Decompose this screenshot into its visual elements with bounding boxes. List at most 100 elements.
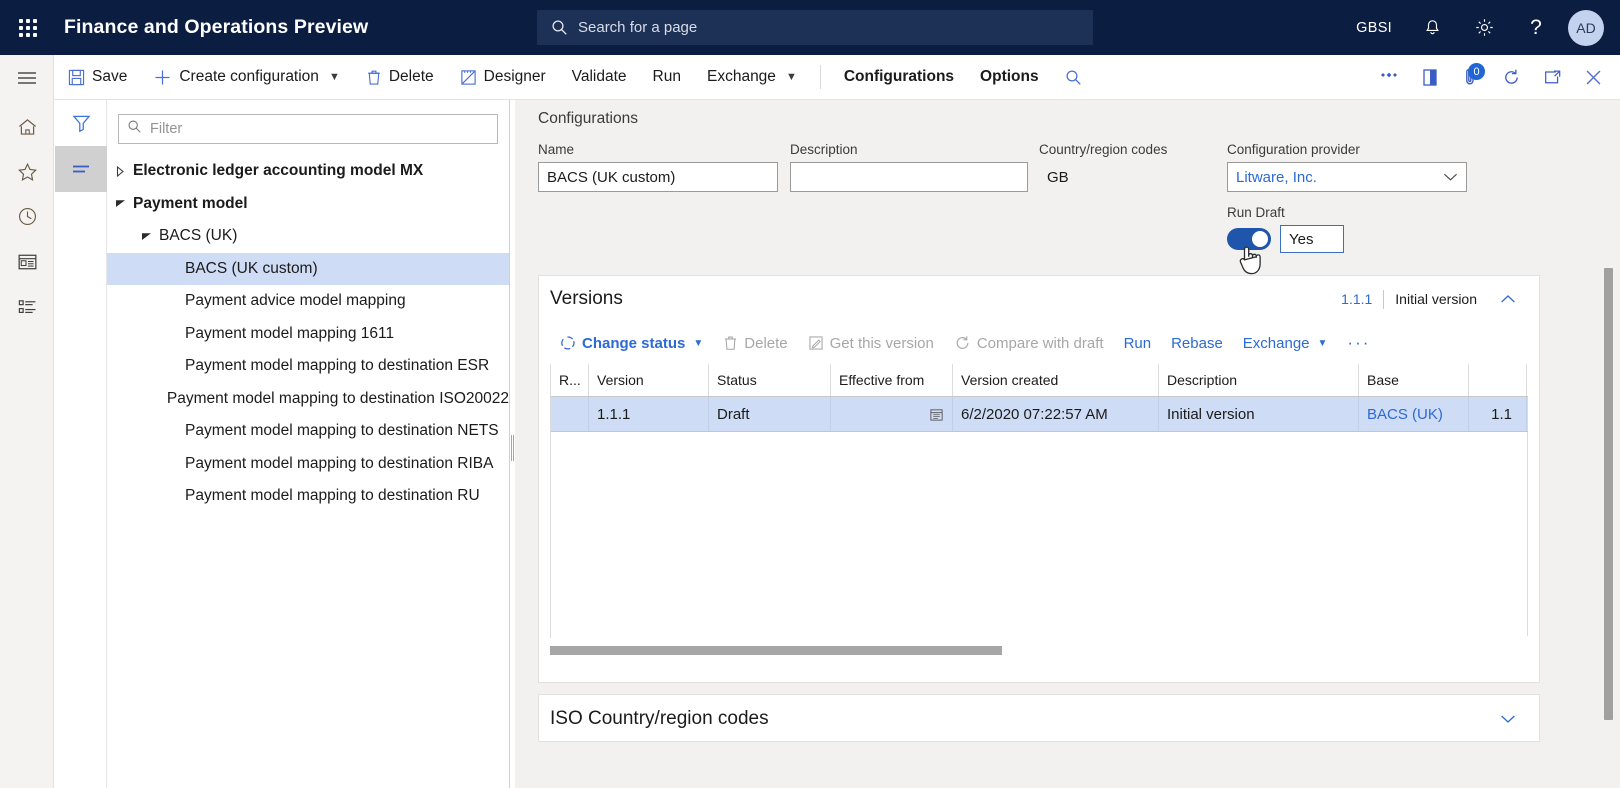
table-cell[interactable] xyxy=(551,397,589,431)
table-cell[interactable]: Draft xyxy=(709,397,831,431)
grid-horizontal-scrollbar[interactable] xyxy=(550,646,1528,656)
versions-exchange-button[interactable]: Exchange ▼ xyxy=(1233,326,1338,360)
field-description: Description xyxy=(790,142,1028,192)
recent-clock-icon[interactable] xyxy=(0,194,54,239)
table-cell[interactable]: 6/2/2020 07:22:57 AM xyxy=(953,397,1159,431)
column-header[interactable]: R... xyxy=(551,364,589,396)
filter-input[interactable]: Filter xyxy=(118,114,498,144)
grid-hscroll-thumb[interactable] xyxy=(550,646,1002,655)
tree-node[interactable]: Payment model mapping to destination ISO… xyxy=(107,383,509,416)
gear-icon[interactable] xyxy=(1458,0,1510,55)
refresh-icon[interactable] xyxy=(1491,55,1532,99)
tree-node[interactable]: Payment model mapping 1611 xyxy=(107,318,509,351)
iso-section-title: ISO Country/region codes xyxy=(550,707,769,729)
configuration-provider-select[interactable]: Litware, Inc. xyxy=(1227,162,1467,192)
avatar[interactable]: AD xyxy=(1568,9,1604,46)
command-bar: Save Create configuration ▼ Delete Desig… xyxy=(0,55,1620,100)
tree-node[interactable]: Payment model mapping to destination RU xyxy=(107,480,509,513)
versions--button[interactable]: ··· xyxy=(1337,326,1380,360)
column-header[interactable] xyxy=(1469,364,1527,396)
attachments-panel-icon[interactable] xyxy=(1409,55,1450,99)
save-button[interactable]: Save xyxy=(55,55,140,99)
twisty-expanded-icon[interactable] xyxy=(107,199,133,208)
tree-filter-wrapper: Filter xyxy=(118,114,498,144)
question-mark-icon[interactable]: ? xyxy=(1510,0,1562,55)
chevron-down-icon[interactable] xyxy=(1491,695,1525,742)
tree-node-label: Electronic ledger accounting model MX xyxy=(133,162,424,180)
versions-summary-version: 1.1.1 xyxy=(1341,291,1373,307)
tree-node[interactable]: BACS (UK custom) xyxy=(107,252,509,285)
twisty-expanded-icon[interactable] xyxy=(133,232,159,241)
tree-node-label: Payment model mapping to destination NET… xyxy=(185,422,499,440)
versions-rebase-button[interactable]: Rebase xyxy=(1161,326,1233,360)
cell-text: 1.1.1 xyxy=(597,405,631,423)
versions-grid-header: R... Version Status Effective from Version c… xyxy=(551,364,1528,397)
configuration-provider-value: Litware, Inc. xyxy=(1236,168,1317,186)
modules-list-icon[interactable] xyxy=(0,284,54,329)
versions-run-button[interactable]: Run xyxy=(1114,326,1162,360)
app-launcher-icon[interactable] xyxy=(0,0,55,55)
filter-placeholder: Filter xyxy=(150,121,183,137)
chevron-up-icon[interactable] xyxy=(1491,276,1525,322)
tree-node[interactable]: Electronic ledger accounting model MX xyxy=(107,155,509,188)
table-row[interactable]: 1.1.1 Draft 6/2/2020 07:22:57 AM Initial ve… xyxy=(551,397,1528,432)
twisty-collapsed-icon[interactable] xyxy=(107,165,133,177)
iso-country-region-codes-fasttab[interactable]: ISO Country/region codes xyxy=(538,694,1540,742)
tree-node[interactable]: Payment model mapping to destination RIB… xyxy=(107,448,509,481)
column-header[interactable]: Status xyxy=(709,364,831,396)
hamburger-menu-icon[interactable] xyxy=(0,55,54,100)
run-label: Run xyxy=(652,68,681,85)
name-input[interactable]: BACS (UK custom) xyxy=(538,162,778,192)
filter-funnel-icon[interactable] xyxy=(55,100,107,146)
delete-button[interactable]: Delete xyxy=(353,55,447,99)
tree-node[interactable]: Payment model xyxy=(107,188,509,221)
versions-compare-with-draft-button: Compare with draft xyxy=(944,326,1114,360)
column-header[interactable]: Base xyxy=(1359,364,1469,396)
description-input[interactable] xyxy=(790,162,1028,192)
column-header[interactable]: Version xyxy=(589,364,709,396)
table-cell[interactable]: 1.1.1 xyxy=(589,397,709,431)
create-configuration-button[interactable]: Create configuration ▼ xyxy=(140,55,352,99)
main-vscroll-thumb[interactable] xyxy=(1604,268,1613,720)
tree-node[interactable]: Payment advice model mapping xyxy=(107,285,509,318)
chevron-down-icon: ▼ xyxy=(693,337,704,349)
command-search-button[interactable] xyxy=(1052,55,1095,99)
run-draft-toggle[interactable] xyxy=(1227,228,1271,250)
tab-configurations[interactable]: Configurations xyxy=(831,55,967,99)
open-in-new-window-icon[interactable] xyxy=(1532,55,1573,99)
splitter-grip xyxy=(511,435,514,461)
table-cell[interactable]: Initial version xyxy=(1159,397,1359,431)
trash-icon xyxy=(366,69,382,86)
global-search-input[interactable]: Search for a page xyxy=(537,10,1093,45)
bell-icon[interactable] xyxy=(1406,0,1458,55)
run-button[interactable]: Run xyxy=(640,55,694,99)
run-draft-value[interactable]: Yes xyxy=(1280,225,1344,253)
tree-node[interactable]: BACS (UK) xyxy=(107,220,509,253)
favorites-star-icon[interactable] xyxy=(0,149,54,194)
calendar-icon[interactable] xyxy=(929,407,944,422)
company-selector[interactable]: GBSI xyxy=(1342,0,1406,55)
workspaces-icon[interactable] xyxy=(0,239,54,284)
relationships-icon[interactable] xyxy=(1368,55,1409,99)
column-header[interactable]: Effective from xyxy=(831,364,953,396)
designer-button[interactable]: Designer xyxy=(447,55,559,99)
attachment-icon[interactable]: 0 xyxy=(1450,55,1491,99)
exchange-button[interactable]: Exchange ▼ xyxy=(694,55,810,99)
create-configuration-label: Create configuration xyxy=(179,68,319,85)
column-header[interactable]: Description xyxy=(1159,364,1359,396)
close-icon[interactable] xyxy=(1573,55,1614,99)
tab-options[interactable]: Options xyxy=(967,55,1052,99)
main-vertical-scrollbar[interactable] xyxy=(1604,268,1614,720)
table-cell[interactable]: BACS (UK) xyxy=(1359,397,1469,431)
versions-toolbar-label: Rebase xyxy=(1171,334,1223,352)
tree-list-icon[interactable] xyxy=(55,146,107,192)
table-cell[interactable] xyxy=(831,397,953,431)
column-header[interactable]: Version created xyxy=(953,364,1159,396)
versions-change-status-button[interactable]: Change status ▼ xyxy=(550,326,713,360)
table-cell[interactable]: 1.1 xyxy=(1469,397,1527,431)
tree-node[interactable]: Payment model mapping to destination ESR xyxy=(107,350,509,383)
tree-node[interactable]: Payment model mapping to destination NET… xyxy=(107,415,509,448)
search-icon xyxy=(551,19,568,36)
home-icon[interactable] xyxy=(0,104,54,149)
validate-button[interactable]: Validate xyxy=(559,55,640,99)
